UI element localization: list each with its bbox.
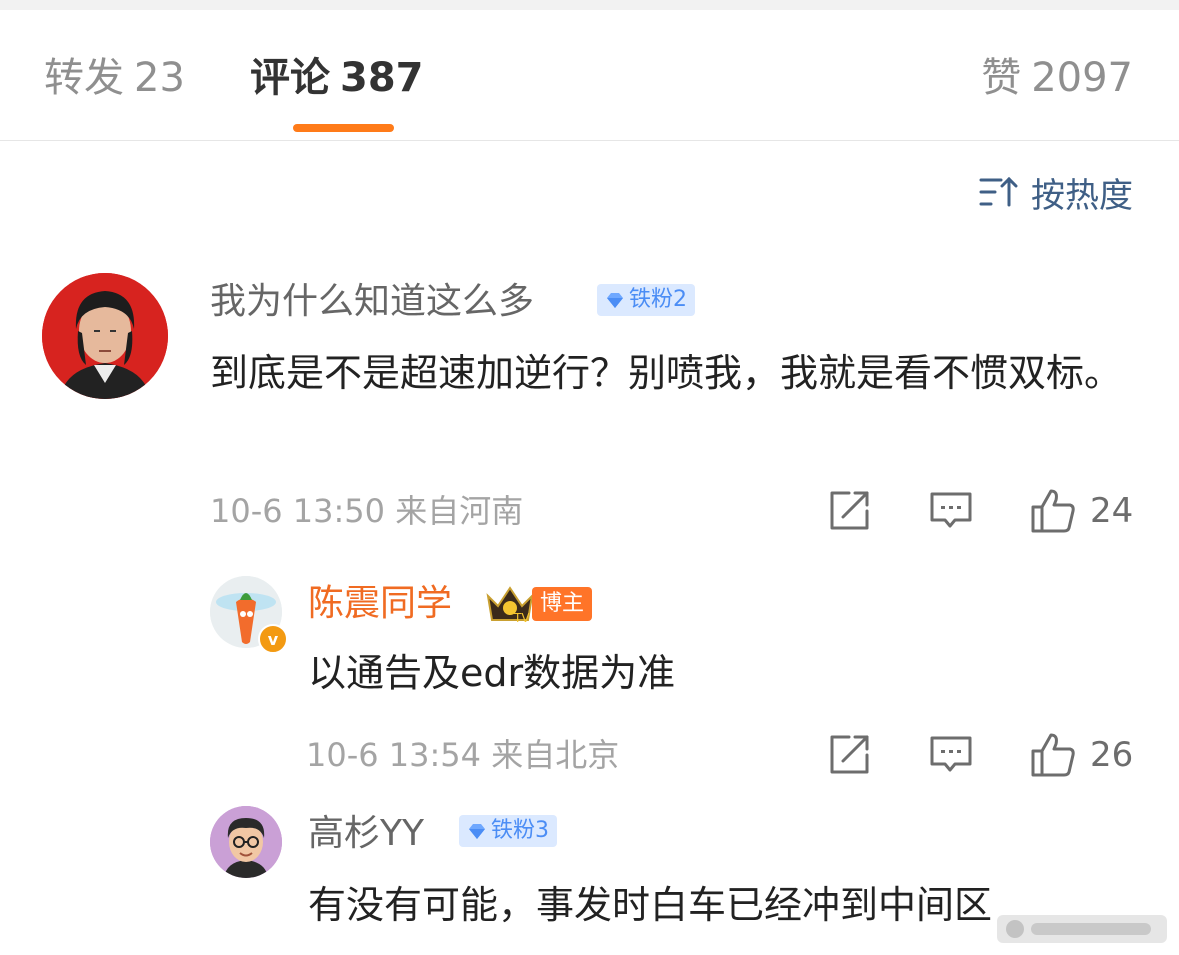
like-count: 26 [1090, 735, 1134, 775]
comment-username[interactable]: 我为什么知道这么多 [210, 280, 534, 324]
share-icon [830, 735, 869, 774]
repost-button[interactable] [827, 731, 871, 779]
fan-badge: 铁粉2 [597, 284, 695, 316]
fan-badge-label: 铁粉2 [629, 287, 687, 312]
active-tab-indicator [293, 124, 394, 132]
comment-icon [930, 736, 972, 772]
avatar-portrait [42, 273, 168, 399]
diamond-icon [607, 293, 623, 308]
fan-badge: 铁粉3 [459, 815, 557, 847]
crown-icon: TV [486, 586, 534, 624]
tab-bar: 转发 23 评论 387 赞 2097 [0, 10, 1179, 141]
tab-comments-count: 387 [340, 55, 424, 101]
blogger-tag: 博主 [532, 587, 593, 621]
tab-likes-count: 2097 [1031, 55, 1133, 101]
reply-button[interactable] [929, 487, 973, 535]
thumbs-up-icon [1031, 733, 1075, 777]
comment-text: 以通告及edr数据为准 [308, 651, 676, 695]
blogger-badge: TV 博主 [484, 584, 593, 624]
sort-label: 按热度 [1031, 175, 1133, 216]
thumbs-up-icon [1031, 489, 1075, 533]
tab-likes-label: 赞 [981, 55, 1022, 101]
fan-badge-label: 铁粉3 [491, 818, 549, 843]
reply-button[interactable] [929, 731, 973, 779]
top-strip [0, 0, 1179, 10]
verified-badge: v [258, 624, 288, 654]
comment-meta: 10-6 13:54 来自北京 [306, 736, 620, 774]
avatar-cartoon [210, 806, 282, 878]
comment-icon [930, 492, 972, 528]
comment-meta: 10-6 13:50 来自河南 [210, 492, 524, 530]
watermark-logo [997, 915, 1167, 943]
avatar[interactable] [42, 273, 168, 399]
diamond-icon [469, 824, 485, 839]
tab-comments[interactable]: 评论 387 [250, 54, 424, 102]
tab-repost-count: 23 [134, 55, 185, 101]
sort-icon [979, 176, 1018, 207]
repost-button[interactable] [827, 487, 871, 535]
like-button[interactable]: 24 [1030, 487, 1133, 535]
tab-comments-label: 评论 [250, 55, 330, 101]
svg-text:TV: TV [513, 611, 530, 624]
like-count: 24 [1090, 491, 1134, 531]
share-icon [830, 491, 869, 530]
comment-username[interactable]: 陈震同学 [308, 582, 452, 626]
tab-repost[interactable]: 转发 23 [44, 54, 185, 102]
avatar[interactable] [210, 806, 282, 878]
comment-text: 到底是不是超速加逆行？别喷我，我就是看不惯双标。 [210, 351, 1123, 395]
like-button[interactable]: 26 [1030, 731, 1133, 779]
tab-repost-label: 转发 [44, 55, 124, 101]
tab-likes[interactable]: 赞 2097 [981, 54, 1133, 102]
sort-button[interactable]: 按热度 [979, 170, 1133, 216]
comment-username[interactable]: 高杉YY [308, 812, 424, 856]
